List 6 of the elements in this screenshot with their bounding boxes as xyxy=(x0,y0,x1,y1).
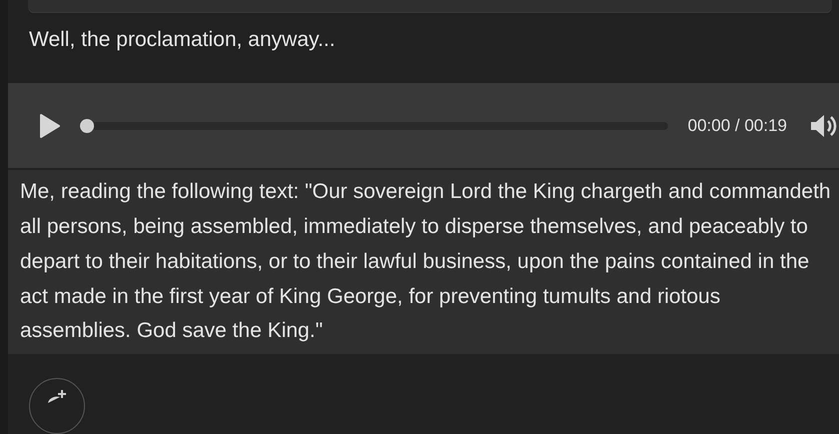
time-label: 00:00 / 00:19 xyxy=(688,116,787,136)
message-text: Well, the proclamation, anyway... xyxy=(28,26,336,53)
caption-text: Me, reading the following text: "Our sovereign Lord the King chargeth and commandeth all persons, being assembled, immediately to disperse themselves, and peaceably to depart to their habitations, or to their lawful business, upon the pains contained in the act made in the first year of King George, for preventing tumults and riotous assemblies. God save the King." xyxy=(8,170,839,354)
emoji-add-icon xyxy=(45,389,69,403)
play-button[interactable] xyxy=(38,112,62,140)
seek-handle[interactable] xyxy=(80,118,94,133)
